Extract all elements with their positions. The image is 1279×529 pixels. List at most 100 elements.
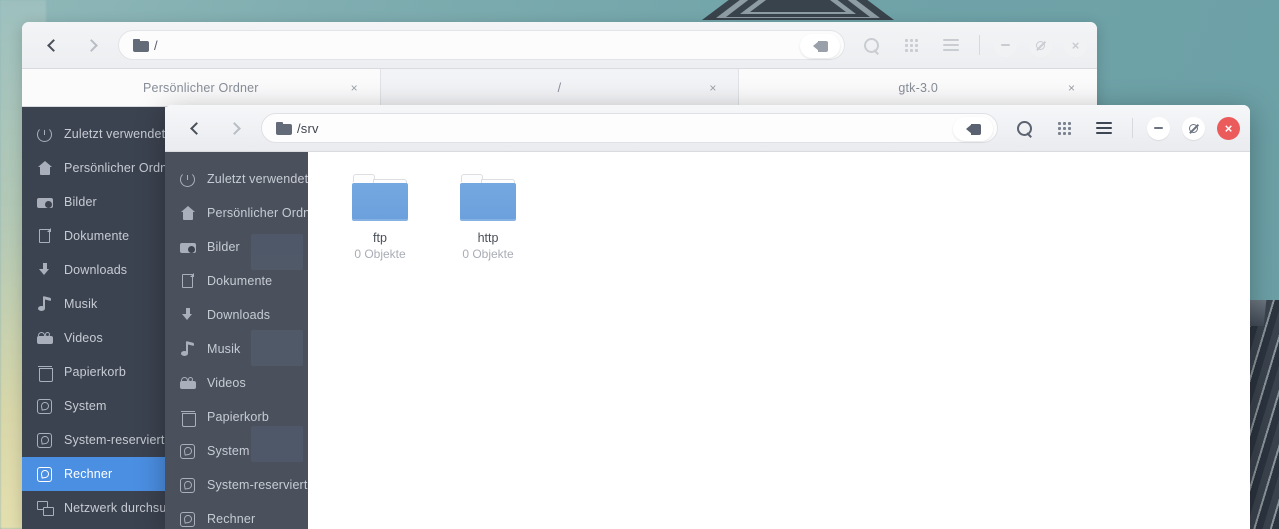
sidebar-item-label: Persönlicher Ordner [207,206,308,220]
tab-persoenlicher-ordner[interactable]: Persönlicher Ordner × [22,69,381,106]
tab-close-icon[interactable]: × [1068,81,1075,95]
sidebar-item-rechner[interactable]: Rechner [22,457,165,491]
file-item-http[interactable]: http 0 Objekte [452,174,524,261]
search-button[interactable] [853,29,889,61]
sidebar-item-videos[interactable]: Videos [22,321,165,355]
active-sidebar: Zuletzt verwendet Persönlicher Ordner Bi… [165,152,308,529]
maximize-icon [1189,123,1198,133]
sidebar-item-label: Dokumente [64,229,130,243]
toolbar-divider [1132,118,1133,138]
minimize-button[interactable] [1147,116,1170,140]
background-toolbar: × [853,29,1097,61]
background-sidebar: Zuletzt verwendet Persönlicher Ordner Bi… [22,107,165,529]
sidebar-item-label: Rechner [64,467,113,481]
tab-close-icon[interactable]: × [709,81,716,95]
view-grid-button[interactable] [893,29,929,61]
sidebar-item-daten[interactable]: Daten [22,525,165,529]
drive-icon [36,398,53,415]
active-toolbar: × [1006,112,1250,144]
sidebar-item-papierkorb[interactable]: Papierkorb [22,355,165,389]
trash-icon [36,364,53,382]
active-path-text: /srv [297,120,319,136]
sidebar-item-label: Musik [64,297,98,311]
sidebar-item-bilder[interactable]: Bilder [165,230,308,264]
sidebar-item-dokumente[interactable]: Dokumente [22,219,165,253]
main-menu-button[interactable] [1086,112,1122,144]
sidebar-item-persoenlicher-ordner[interactable]: Persönlicher Ordner [22,151,165,185]
close-button[interactable]: × [1064,33,1087,57]
sidebar-item-persoenlicher-ordner[interactable]: Persönlicher Ordner [165,196,308,230]
sidebar-item-musik[interactable]: Musik [165,332,308,366]
active-window-headerbar: /srv × × [165,105,1250,152]
sidebar-item-label: System-reserviert [64,433,165,447]
active-content-area[interactable]: ftp 0 Objekte http 0 Objekte [308,152,1250,529]
sidebar-item-label: System [64,399,107,413]
clear-path-button[interactable]: × [953,117,993,141]
sidebar-item-papierkorb[interactable]: Papierkorb [165,400,308,434]
sidebar-item-system-reserviert[interactable]: System-reserviert [22,423,165,457]
maximize-button[interactable] [1182,116,1205,140]
sidebar-item-downloads[interactable]: Downloads [22,253,165,287]
active-window-body: Zuletzt verwendet Persönlicher Ordner Bi… [165,152,1250,529]
sidebar-item-label: System-reserviert [207,478,308,492]
sidebar-item-label: Rechner [207,512,256,526]
sidebar-item-netzwerk-durchsuchen[interactable]: Netzwerk durchsuchen [22,491,165,525]
sidebar-item-label: Dokumente [207,274,273,288]
file-item-ftp[interactable]: ftp 0 Objekte [344,174,416,261]
view-grid-button[interactable] [1046,112,1082,144]
sidebar-item-label: Bilder [207,240,240,254]
sidebar-item-videos[interactable]: Videos [165,366,308,400]
minimize-button[interactable] [994,33,1017,57]
close-icon: × [1071,37,1080,53]
file-item-count: 0 Objekte [462,247,514,261]
file-item-count: 0 Objekte [354,247,406,261]
sidebar-item-label: Musik [207,342,241,356]
trash-icon [179,409,196,427]
folder-icon [133,38,149,52]
search-button[interactable] [1006,112,1042,144]
back-button[interactable] [183,115,209,141]
close-button[interactable]: × [1217,116,1240,140]
clear-path-button[interactable]: × [800,34,840,58]
sidebar-item-zuletzt-verwendet[interactable]: Zuletzt verwendet [165,162,308,196]
sidebar-item-system[interactable]: System [22,389,165,423]
tab-gtk-3-0[interactable]: gtk-3.0 × [739,69,1097,106]
sidebar-item-bilder[interactable]: Bilder [22,185,165,219]
sidebar-item-label: Downloads [207,308,271,322]
tab-label: Persönlicher Ordner [143,80,259,95]
forward-button[interactable] [221,115,247,141]
sidebar-item-system-reserviert[interactable]: System-reserviert [165,468,308,502]
sidebar-item-dokumente[interactable]: Dokumente [165,264,308,298]
sidebar-item-label: Bilder [64,195,97,209]
drive-icon [179,443,196,460]
toolbar-divider [979,35,980,55]
minimize-icon [1154,127,1163,129]
file-manager-active-window[interactable]: /srv × × Zuletzt verwendet Persönlicher … [165,105,1250,529]
sidebar-item-musik[interactable]: Musik [22,287,165,321]
background-window-headerbar: / × × [22,22,1097,69]
background-path-text: / [154,37,158,53]
chevron-left-icon [46,38,60,52]
drive-icon [36,466,53,483]
main-menu-button[interactable] [933,29,969,61]
sidebar-item-label: Videos [207,376,246,390]
maximize-icon [1036,40,1045,50]
drive-icon [179,477,196,494]
drive-icon [36,432,53,449]
back-button[interactable] [40,32,66,58]
background-path-entry[interactable]: / × [118,30,845,60]
home-icon [179,205,196,222]
search-icon [1016,120,1032,136]
history-icon [36,126,53,143]
search-icon [863,37,879,53]
sidebar-item-zuletzt-verwendet[interactable]: Zuletzt verwendet [22,117,165,151]
tab-root[interactable]: / × [380,69,740,106]
sidebar-item-rechner[interactable]: Rechner [165,502,308,529]
minimize-icon [1001,44,1010,46]
forward-button[interactable] [78,32,104,58]
active-path-entry[interactable]: /srv × [261,113,998,143]
tab-close-icon[interactable]: × [351,81,358,95]
sidebar-item-system[interactable]: System [165,434,308,468]
sidebar-item-downloads[interactable]: Downloads [165,298,308,332]
maximize-button[interactable] [1029,33,1052,57]
